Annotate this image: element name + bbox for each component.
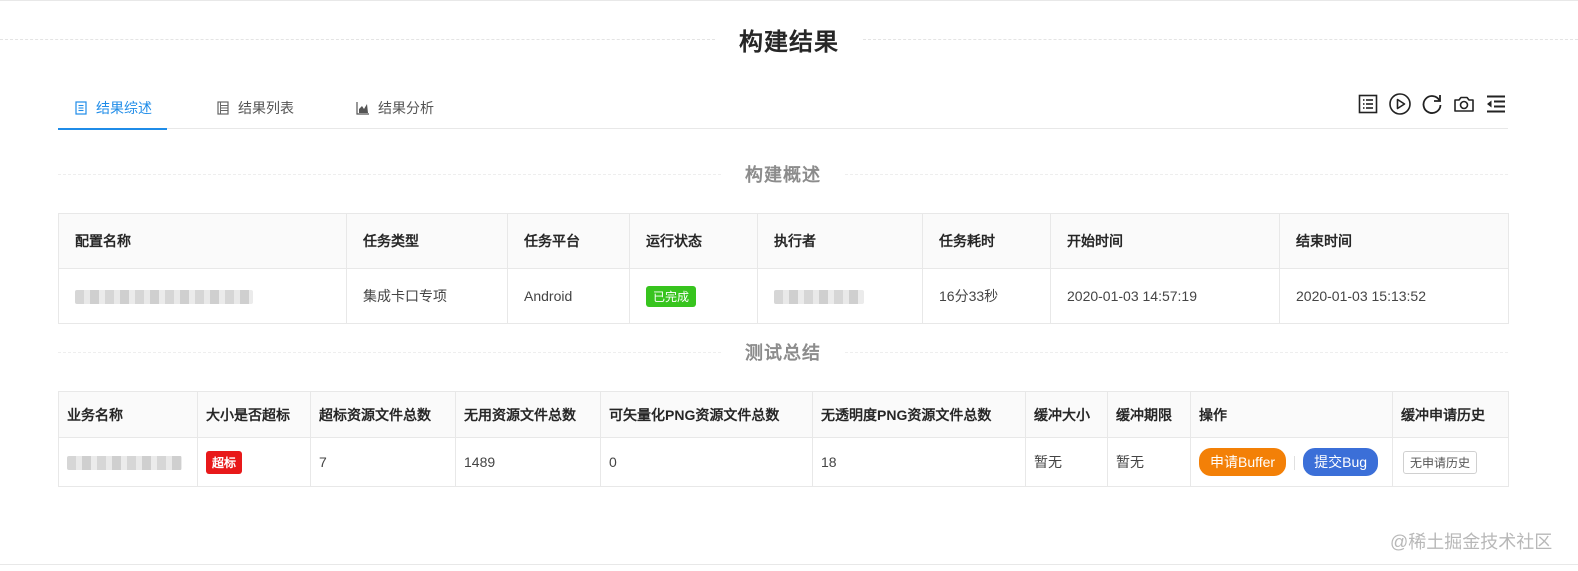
refresh-icon[interactable]: [1420, 92, 1444, 116]
title-divider-right: [863, 38, 1578, 40]
platform-cell: Android: [507, 268, 630, 324]
over-limit-badge: 超标: [206, 450, 243, 474]
column-header: 业务名称: [58, 391, 198, 438]
tab-label: 结果综述: [96, 99, 152, 116]
unused-count-cell: 1489: [455, 437, 601, 487]
column-header: 大小是否超标: [197, 391, 311, 438]
config-name-cell: [58, 268, 347, 324]
column-header: 执行者: [757, 213, 923, 269]
list-icon: [216, 100, 230, 115]
column-header: 缓冲期限: [1107, 391, 1191, 438]
section-title-summary: 测试总结: [745, 343, 821, 363]
column-header: 结束时间: [1279, 213, 1509, 269]
column-header: 超标资源文件总数: [310, 391, 456, 438]
column-header: 任务类型: [346, 213, 508, 269]
camera-icon[interactable]: [1452, 92, 1476, 116]
overview-table: 配置名称 任务类型 任务平台 运行状态 执行者 任务耗时 开始时间 结束时间 集…: [58, 213, 1509, 324]
column-header: 无用资源文件总数: [455, 391, 601, 438]
watermark: @稀土掘金技术社区: [1390, 532, 1553, 552]
column-header: 任务耗时: [922, 213, 1051, 269]
page-title: 构建结果: [739, 28, 839, 56]
log-icon[interactable]: [1356, 92, 1380, 116]
status-cell: 已完成: [629, 268, 758, 324]
column-header: 缓冲申请历史: [1392, 391, 1509, 438]
tab-result-list[interactable]: 结果列表: [216, 86, 294, 129]
column-header: 可矢量化PNG资源文件总数: [600, 391, 813, 438]
section-title-bar: 测试总结: [58, 338, 1508, 366]
history-cell: 无申请历史: [1392, 437, 1509, 487]
column-header: 运行状态: [629, 213, 758, 269]
result-tabs: 结果综述 结果列表 结果分析: [58, 86, 1508, 130]
buffer-period-cell: 暂无: [1107, 437, 1191, 487]
summary-table: 业务名称 大小是否超标 超标资源文件总数 无用资源文件总数 可矢量化PNG资源文…: [58, 391, 1509, 487]
status-badge: 已完成: [646, 285, 697, 307]
tab-label: 结果列表: [238, 99, 294, 116]
column-header: 开始时间: [1050, 213, 1280, 269]
table-row: 集成卡口专项 Android 已完成 16分33秒 2020-01-03 14:…: [58, 268, 1509, 324]
title-divider-left: [0, 38, 715, 40]
document-icon: [74, 100, 88, 115]
duration-cell: 16分33秒: [922, 268, 1051, 324]
column-header: 操作: [1190, 391, 1393, 438]
buffer-size-cell: 暂无: [1025, 437, 1108, 487]
over-count-cell: 7: [310, 437, 456, 487]
over-limit-cell: 超标: [197, 437, 311, 487]
actions-cell: 申请Buffer 提交Bug: [1190, 437, 1393, 487]
section-title-overview: 构建概述: [745, 165, 821, 185]
apply-buffer-button[interactable]: 申请Buffer: [1199, 448, 1287, 476]
tab-result-analysis[interactable]: 结果分析: [356, 86, 434, 129]
column-header: 任务平台: [507, 213, 630, 269]
bottom-border: [0, 564, 1578, 565]
no-alpha-count-cell: 18: [812, 437, 1026, 487]
area-chart-icon: [356, 101, 370, 115]
section-title-bar: 构建概述: [58, 160, 1508, 188]
collapse-menu-icon[interactable]: [1484, 92, 1508, 116]
start-time-cell: 2020-01-03 14:57:19: [1050, 268, 1280, 324]
action-separator: [1294, 456, 1296, 471]
redacted-business-name: [67, 456, 182, 471]
vectorizable-count-cell: 0: [600, 437, 813, 487]
page-title-bar: 构建结果: [0, 22, 1578, 56]
section-divider: [845, 351, 1508, 353]
tab-result-summary[interactable]: 结果综述: [58, 86, 167, 130]
executor-cell: [757, 268, 923, 324]
result-toolbar: [1356, 90, 1508, 118]
submit-bug-button[interactable]: 提交Bug: [1303, 448, 1379, 476]
buffer-history-button[interactable]: 无申请历史: [1403, 450, 1478, 474]
section-divider: [845, 173, 1508, 175]
column-header: 无透明度PNG资源文件总数: [812, 391, 1026, 438]
business-name-cell: [58, 437, 198, 487]
table-header-row: 配置名称 任务类型 任务平台 运行状态 执行者 任务耗时 开始时间 结束时间: [58, 213, 1509, 269]
table-row: 超标 7 1489 0 18 暂无 暂无 申请Buffer 提交Bug 无申请历史: [58, 437, 1509, 487]
top-border: [0, 0, 1578, 1]
task-type-cell: 集成卡口专项: [346, 268, 508, 324]
table-header-row: 业务名称 大小是否超标 超标资源文件总数 无用资源文件总数 可矢量化PNG资源文…: [58, 391, 1509, 438]
column-header: 配置名称: [58, 213, 347, 269]
redacted-executor: [774, 290, 864, 305]
section-divider: [58, 351, 721, 353]
play-icon[interactable]: [1388, 92, 1412, 116]
tab-label: 结果分析: [378, 99, 434, 116]
section-divider: [58, 173, 721, 175]
redacted-config-name: [75, 290, 253, 305]
column-header: 缓冲大小: [1025, 391, 1108, 438]
end-time-cell: 2020-01-03 15:13:52: [1279, 268, 1509, 324]
